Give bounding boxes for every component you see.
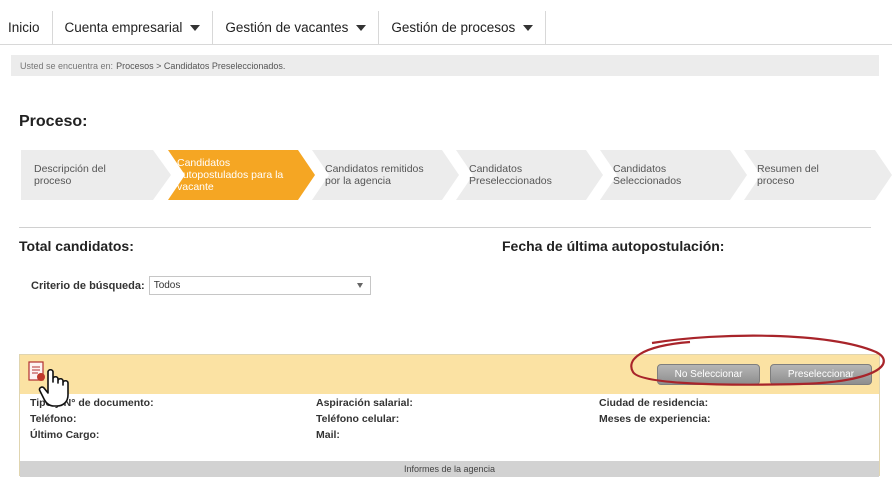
candidate-card-header: No Seleccionar Preseleccionar (20, 355, 879, 394)
last-application-date-label: Fecha de última autopostulación: (502, 238, 725, 254)
step-autopostulados[interactable]: Candidatos autopostulados para la vacante (168, 150, 315, 200)
chevron-down-icon (523, 24, 534, 31)
phone-label: Teléfono: (30, 413, 77, 425)
last-job-label: Último Cargo: (30, 429, 100, 441)
total-candidates-label: Total candidatos: (19, 238, 134, 254)
step-label: Resumen del proceso (757, 163, 819, 187)
cellphone-label: Teléfono celular: (316, 413, 400, 425)
step-label: Candidatos remitidos por la agencia (325, 163, 424, 187)
agency-reports-bar[interactable]: Informes de la agencia (20, 461, 879, 477)
nav-item-gestion-vacantes[interactable]: Gestión de vacantes (213, 11, 380, 44)
nav-item-cuenta-empresarial[interactable]: Cuenta empresarial (53, 11, 214, 44)
chevron-down-icon (356, 283, 363, 288)
mail-label: Mail: (316, 429, 340, 441)
chevron-down-icon (356, 24, 367, 31)
nav-label: Gestión de vacantes (225, 20, 349, 35)
step-label: Candidatos Preseleccionados (469, 163, 552, 187)
step-descripcion[interactable]: Descripción del proceso (21, 150, 171, 200)
step-label: Candidatos autopostulados para la vacante (177, 157, 284, 193)
breadcrumb: Usted se encuentra en: Procesos > Candid… (11, 55, 879, 76)
no-select-button[interactable]: No Seleccionar (657, 364, 760, 385)
process-steps: Descripción del proceso Candidatos autopos… (21, 150, 892, 200)
breadcrumb-prefix: Usted se encuentra en: (20, 60, 114, 71)
city-label: Ciudad de residencia: (599, 397, 709, 409)
step-resumen[interactable]: Resumen del proceso (744, 150, 892, 200)
preselect-button[interactable]: Preseleccionar (770, 364, 872, 385)
step-preseleccionados[interactable]: Candidatos Preseleccionados (456, 150, 603, 200)
nav-item-inicio[interactable]: Inicio (0, 11, 53, 44)
chevron-down-icon (190, 24, 201, 31)
step-remitidos[interactable]: Candidatos remitidos por la agencia (312, 150, 459, 200)
nav-label: Gestión de procesos (391, 20, 516, 35)
search-criteria-select[interactable]: Todos (148, 276, 371, 295)
step-label: Descripción del proceso (34, 163, 106, 187)
salary-label: Aspiración salarial: (316, 397, 413, 409)
step-label: Candidatos Seleccionados (613, 163, 682, 187)
select-value: Todos (153, 280, 181, 291)
page-title: Proceso: (19, 113, 88, 130)
search-criteria-label: Criterio de búsqueda: (31, 279, 145, 292)
experience-label: Meses de experiencia: (599, 413, 711, 425)
candidate-card: No Seleccionar Preseleccionar Tipo y N° … (19, 354, 880, 477)
pointer-hand-icon (38, 368, 69, 407)
nav-label: Inicio (8, 20, 40, 35)
top-navigation: Inicio Cuenta empresarial Gestión de vac… (0, 11, 892, 45)
divider (19, 227, 871, 228)
step-seleccionados[interactable]: Candidatos Seleccionados (600, 150, 747, 200)
search-criteria: Criterio de búsqueda: Todos (31, 276, 371, 295)
nav-label: Cuenta empresarial (64, 20, 183, 35)
breadcrumb-path[interactable]: Procesos > Candidatos Preseleccionados. (116, 61, 285, 71)
nav-item-gestion-procesos[interactable]: Gestión de procesos (379, 11, 547, 44)
